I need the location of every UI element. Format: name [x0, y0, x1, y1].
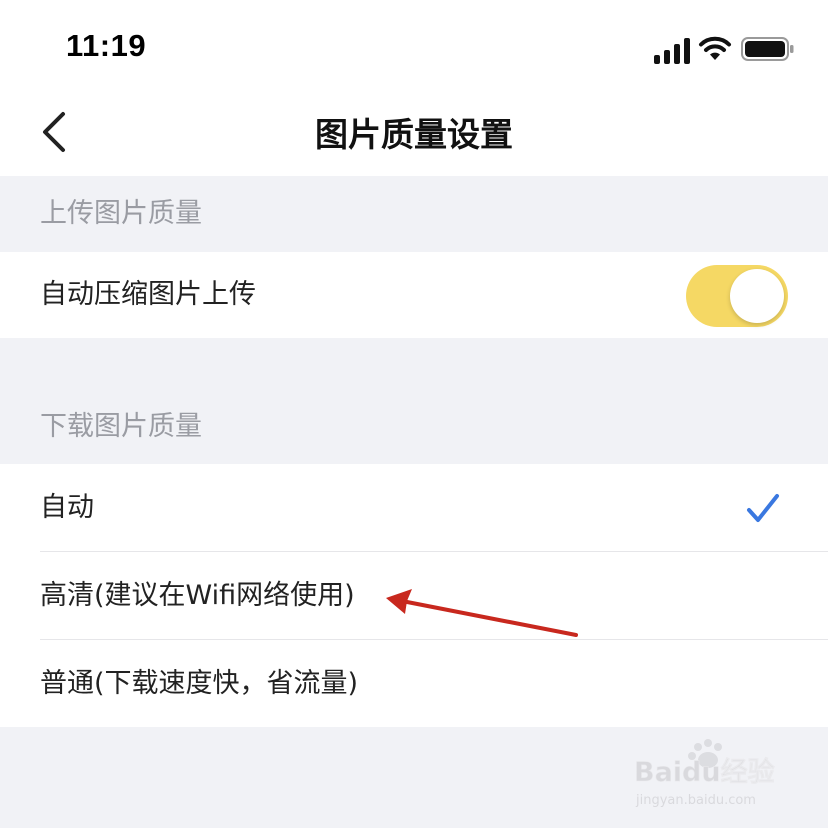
battery-icon	[741, 37, 794, 61]
toggle-knob	[730, 269, 784, 323]
auto-compress-toggle[interactable]	[686, 265, 788, 327]
watermark-url: jingyan.baidu.com	[635, 793, 756, 808]
option-label: 普通(下载速度快，省流量)	[40, 668, 359, 699]
quality-option-auto[interactable]: 自动	[0, 464, 828, 552]
option-label: 高清(建议在Wifi网络使用)	[40, 580, 355, 611]
watermark-brand: Baidu经验	[634, 756, 775, 788]
wifi-icon	[699, 36, 731, 60]
checkmark-icon	[747, 494, 779, 522]
download-section-header: 下载图片质量	[40, 411, 202, 442]
status-time: 11:19	[66, 28, 147, 63]
quality-option-normal[interactable]: 普通(下载速度快，省流量)	[0, 640, 828, 728]
auto-compress-row: 自动压缩图片上传	[0, 252, 828, 338]
auto-compress-label: 自动压缩图片上传	[40, 279, 256, 310]
page-title: 图片质量设置	[315, 115, 513, 154]
baidu-jingyan-watermark: Baidu经验 jingyan.baidu.com	[634, 739, 775, 808]
cellular-signal-icon	[654, 38, 690, 64]
upload-section-header: 上传图片质量	[40, 198, 202, 229]
top-bar: 11:19 图片质量设置	[0, 0, 828, 176]
option-label: 自动	[40, 492, 94, 523]
annotation-arrow-icon	[386, 589, 578, 637]
